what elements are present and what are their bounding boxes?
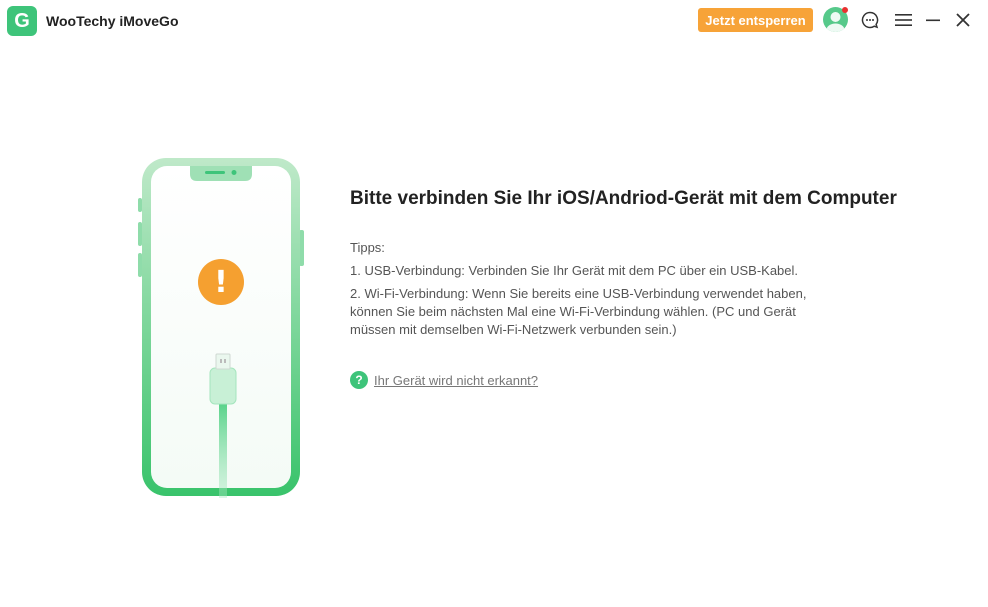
app-title: WooTechy iMoveGo — [46, 13, 179, 29]
tip-usb: 1. USB-Verbindung: Verbinden Sie Ihr Ger… — [350, 263, 799, 278]
tip-wifi: 2. Wi-Fi-Verbindung: Wenn Sie bereits ei… — [350, 286, 807, 337]
minimize-icon[interactable] — [923, 10, 943, 30]
device-not-recognized-link[interactable]: ? Ihr Gerät wird nicht erkannt? — [350, 371, 538, 389]
phone-illustration — [137, 156, 309, 498]
connection-instructions: Bitte verbinden Sie Ihr iOS/Andriod-Gerä… — [350, 187, 910, 339]
menu-icon[interactable] — [893, 10, 913, 30]
warning-icon: ! — [198, 259, 244, 305]
page-title: Bitte verbinden Sie Ihr iOS/Andriod-Gerä… — [350, 188, 897, 209]
close-icon[interactable] — [953, 10, 973, 30]
notification-badge — [842, 7, 848, 13]
title-bar: G WooTechy iMoveGo Jetzt entsperren — [0, 0, 988, 42]
help-icon: ? — [350, 371, 368, 389]
feedback-chat-icon[interactable] — [860, 10, 880, 30]
unlock-button[interactable]: Jetzt entsperren — [698, 8, 813, 32]
tips-section: Tipps: 1. USB-Verbindung: Verbinden Sie … — [350, 239, 910, 339]
app-logo-icon: G — [7, 6, 37, 36]
help-link-text[interactable]: Ihr Gerät wird nicht erkannt? — [374, 373, 538, 388]
tips-title: Tipps: — [350, 240, 385, 255]
